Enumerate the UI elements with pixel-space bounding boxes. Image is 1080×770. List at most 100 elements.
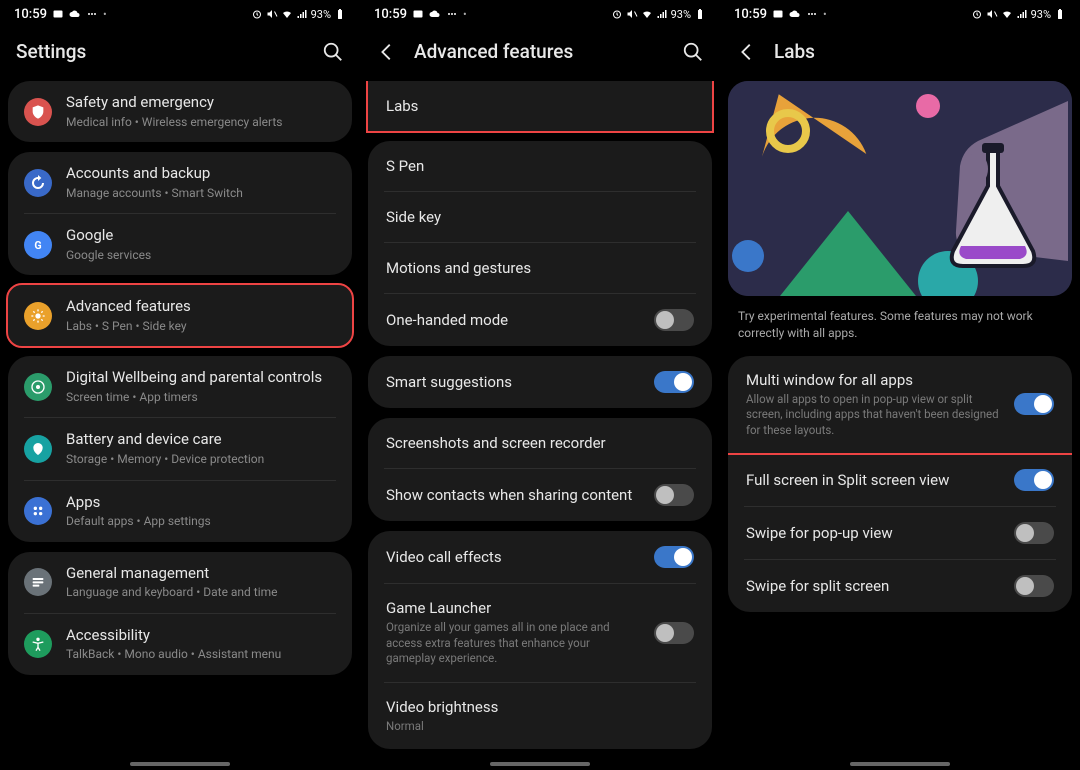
wifi-icon [281,8,293,20]
af-item[interactable]: Video call effects [368,531,712,583]
item-subtitle: TalkBack • Mono audio • Assistant menu [66,647,336,663]
alarm-icon [251,8,263,20]
labs-caption: Try experimental features. Some features… [720,308,1080,356]
af-item[interactable]: Game LauncherOrganize all your games all… [368,584,712,682]
settings-item-general[interactable]: General managementLanguage and keyboard … [8,552,352,613]
labs-group: Multi window for all appsAllow all apps … [728,356,1072,613]
item-subtitle: Allow all apps to open in pop-up view or… [746,392,1002,439]
dots-icon [806,8,818,20]
battery-icon [334,8,346,20]
toggle[interactable] [654,546,694,568]
toggle[interactable] [654,371,694,393]
af-item[interactable]: One-handed mode [368,294,712,346]
item-subtitle: Manage accounts • Smart Switch [66,186,336,202]
item-subtitle: Language and keyboard • Date and time [66,585,336,601]
item-title: General management [66,564,336,584]
settings-list[interactable]: Safety and emergency Medical info • Wirel… [0,81,360,761]
toggle[interactable] [654,622,694,644]
general-icon [24,568,52,596]
signal-icon [656,8,668,20]
battery-icon [1054,8,1066,20]
search-icon[interactable] [322,41,344,63]
settings-group: Safety and emergency Medical info • Wirel… [8,81,352,142]
item-title: Digital Wellbeing and parental controls [66,368,336,388]
af-item[interactable]: Side key [368,192,712,242]
labs-item[interactable]: Swipe for split screen [728,560,1072,612]
mute-icon [626,8,638,20]
af-item[interactable]: Screenshots and screen recorder [368,418,712,468]
item-title: Safety and emergency [66,93,336,113]
settings-item-apps[interactable]: AppsDefault apps • App settings [8,481,352,542]
nav-indicator[interactable] [130,762,230,766]
settings-item-adv[interactable]: Advanced features Labs • S Pen • Side key [8,285,352,346]
af-item[interactable]: Video brightnessNormal [368,683,712,750]
page-title: Labs [774,40,1064,63]
cloud-icon [69,8,81,20]
labs-item[interactable]: Multi window for all appsAllow all apps … [728,356,1072,454]
mute-icon [986,8,998,20]
alarm-icon [611,8,623,20]
picture-icon [52,8,64,20]
item-title: Video brightness [386,698,694,716]
item-title: Swipe for split screen [746,577,1002,595]
settings-group: Digital Wellbeing and parental controls S… [8,356,352,541]
battery-icon [24,435,52,463]
settings-group: Advanced features Labs • S Pen • Side key [8,285,352,346]
adv-icon [24,302,52,330]
status-bar: 10:59 • 93% [360,0,720,28]
screen-labs: 10:59 • 93% Labs [720,0,1080,770]
settings-item-wellbeing[interactable]: Digital Wellbeing and parental controlsS… [8,356,352,417]
settings-group: Accounts and backup Manage accounts • Sma… [8,152,352,275]
af-item[interactable]: Show contacts when sharing content [368,469,712,521]
search-icon[interactable] [682,41,704,63]
af-item[interactable]: Motions and gestures [368,243,712,293]
af-group: S PenSide keyMotions and gesturesOne-han… [368,141,712,346]
safety-icon [24,98,52,126]
settings-item-google[interactable]: GGoogleGoogle services [8,214,352,275]
item-title: Video call effects [386,548,642,566]
back-icon[interactable] [736,41,758,63]
nav-indicator[interactable] [490,762,590,766]
wifi-icon [641,8,653,20]
settings-item-access[interactable]: AccessibilityTalkBack • Mono audio • Ass… [8,614,352,675]
screen-settings: 10:59 • 93% Settings Safety and emergenc… [0,0,360,770]
labs-content[interactable]: Try experimental features. Some features… [720,81,1080,761]
toggle[interactable] [1014,393,1054,415]
cloud-icon [789,8,801,20]
settings-item-battery[interactable]: Battery and device careStorage • Memory … [8,418,352,479]
signal-icon [296,8,308,20]
picture-icon [412,8,424,20]
battery-pct: 93% [1031,8,1051,21]
settings-item-backup[interactable]: Accounts and backup Manage accounts • Sma… [8,152,352,213]
nav-indicator[interactable] [850,762,950,766]
af-group: Screenshots and screen recorderShow cont… [368,418,712,521]
item-title: Advanced features [66,297,336,317]
settings-item-safety[interactable]: Safety and emergency Medical info • Wirel… [8,81,352,142]
clock: 10:59 [734,7,767,22]
toggle[interactable] [654,484,694,506]
header: Labs [720,28,1080,81]
item-subtitle: Storage • Memory • Device protection [66,452,336,468]
toggle[interactable] [1014,522,1054,544]
item-subtitle: Default apps • App settings [66,514,336,530]
advanced-features-list[interactable]: Labs S PenSide keyMotions and gesturesOne… [360,81,720,761]
af-item[interactable]: S Pen [368,141,712,191]
toggle[interactable] [654,309,694,331]
item-subtitle: Google services [66,248,336,264]
labs-item[interactable]: Full screen in Split screen view [728,454,1072,506]
af-item[interactable]: Labs [368,81,712,131]
back-icon[interactable] [376,41,398,63]
toggle[interactable] [1014,469,1054,491]
backup-icon [24,169,52,197]
item-title: Smart suggestions [386,373,642,391]
labs-item[interactable]: Swipe for pop-up view [728,507,1072,559]
item-title: Game Launcher [386,599,642,617]
toggle[interactable] [1014,575,1054,597]
battery-pct: 93% [671,8,691,21]
af-group: Labs [368,81,712,131]
item-title: Accounts and backup [66,164,336,184]
item-title: Apps [66,493,336,513]
af-item[interactable]: Smart suggestions [368,356,712,408]
item-subtitle: Labs • S Pen • Side key [66,319,336,335]
item-subtitle: Medical info • Wireless emergency alerts [66,115,336,131]
